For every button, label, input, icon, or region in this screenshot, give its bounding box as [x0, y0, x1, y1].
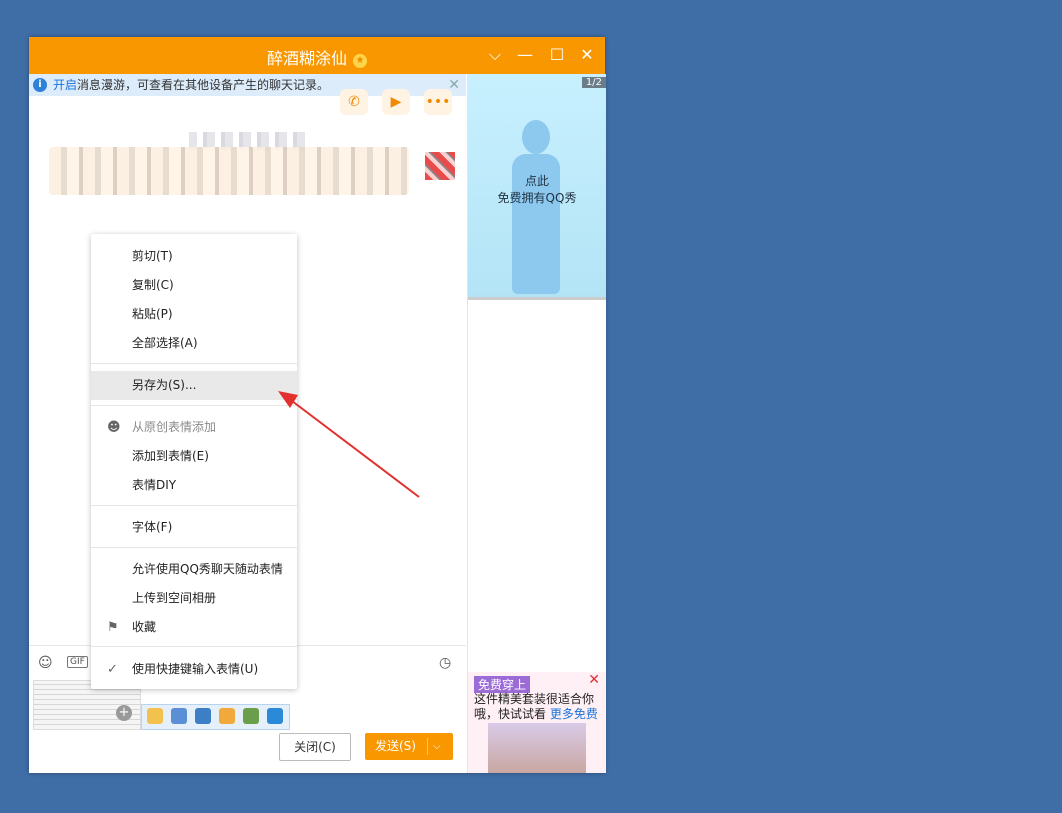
arrow-shaft	[291, 400, 420, 498]
arrow-head	[278, 391, 298, 408]
annotation-arrow	[278, 391, 420, 498]
